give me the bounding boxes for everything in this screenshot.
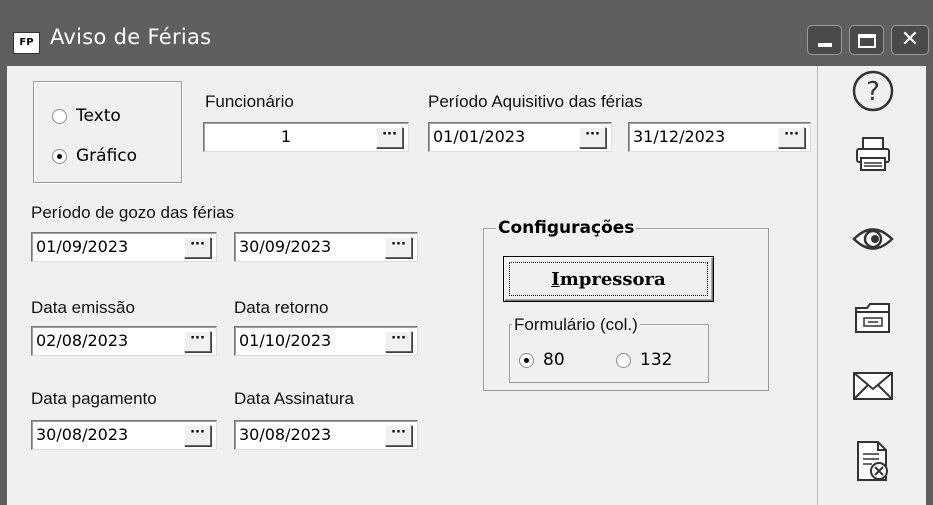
data-assinatura-field[interactable]: 30/08/2023 ··· bbox=[234, 420, 418, 450]
cancel-document-icon bbox=[856, 441, 888, 481]
data-retorno-button[interactable]: ··· bbox=[385, 331, 412, 352]
data-assinatura-button[interactable]: ··· bbox=[385, 425, 412, 446]
data-assinatura-label: Data Assinatura bbox=[234, 389, 355, 408]
data-assinatura-value: 30/08/2023 bbox=[239, 425, 332, 444]
email-button[interactable] bbox=[818, 356, 927, 416]
funcionario-label: Funcionário bbox=[205, 92, 294, 111]
window: FP Aviso de Férias ✕ Texto Gráfico Funci… bbox=[0, 0, 933, 505]
data-emissao-value: 02/08/2023 bbox=[36, 331, 129, 350]
minimize-button[interactable] bbox=[807, 25, 842, 55]
periodo-aquisitivo-end-button[interactable]: ··· bbox=[778, 127, 805, 148]
side-toolbar: ? bbox=[817, 66, 926, 505]
data-emissao-field[interactable]: 02/08/2023 ··· bbox=[31, 326, 217, 356]
output-type-group bbox=[33, 81, 182, 183]
radio-button-icon bbox=[616, 352, 631, 368]
data-retorno-value: 01/10/2023 bbox=[239, 331, 332, 350]
maximize-button[interactable] bbox=[849, 25, 884, 55]
data-emissao-label: Data emissão bbox=[31, 298, 135, 317]
periodo-aquisitivo-end-value: 31/12/2023 bbox=[633, 127, 726, 146]
data-emissao-button[interactable]: ··· bbox=[184, 331, 211, 352]
radio-label: Gráfico bbox=[76, 146, 138, 166]
periodo-aquisitivo-start-value: 01/01/2023 bbox=[433, 127, 526, 146]
preview-button[interactable] bbox=[818, 209, 927, 269]
close-button[interactable]: ✕ bbox=[891, 25, 929, 55]
radio-label: 132 bbox=[640, 350, 673, 370]
periodo-aquisitivo-start-button[interactable]: ··· bbox=[579, 127, 606, 148]
cancel-document-button[interactable] bbox=[818, 432, 927, 492]
periodo-aquisitivo-start-field[interactable]: 01/01/2023 ··· bbox=[428, 122, 612, 152]
radio-grafico[interactable]: Gráfico bbox=[52, 146, 137, 166]
periodo-aquisitivo-end-field[interactable]: 31/12/2023 ··· bbox=[628, 122, 811, 152]
title-bar[interactable]: FP Aviso de Férias ✕ bbox=[0, 0, 933, 66]
preview-icon bbox=[851, 228, 894, 250]
periodo-gozo-end-value: 30/09/2023 bbox=[239, 237, 332, 256]
impressora-button[interactable]: Impressora bbox=[503, 256, 714, 302]
data-pagamento-label: Data pagamento bbox=[31, 389, 157, 408]
folder-button[interactable] bbox=[818, 288, 927, 348]
radio-button-icon bbox=[52, 108, 67, 124]
periodo-aquisitivo-label: Período Aquisitivo das férias bbox=[428, 92, 643, 111]
app-icon: FP bbox=[13, 32, 40, 54]
funcionario-value: 1 bbox=[280, 127, 292, 146]
impressora-label-rest: mpressora bbox=[559, 269, 666, 290]
minimize-icon bbox=[818, 43, 832, 47]
data-retorno-label: Data retorno bbox=[234, 298, 329, 317]
funcionario-field[interactable]: 1 ··· bbox=[203, 122, 409, 152]
radio-132[interactable]: 132 bbox=[616, 350, 672, 370]
folder-icon bbox=[854, 303, 890, 333]
radio-button-icon bbox=[52, 148, 67, 164]
data-pagamento-value: 30/08/2023 bbox=[36, 425, 129, 444]
email-icon bbox=[852, 372, 893, 400]
formulario-title: Formulário (col.) bbox=[512, 315, 640, 335]
periodo-gozo-start-value: 01/09/2023 bbox=[36, 237, 129, 256]
periodo-gozo-end-button[interactable]: ··· bbox=[385, 237, 412, 258]
funcionario-lookup-button[interactable]: ··· bbox=[376, 127, 403, 148]
radio-texto[interactable]: Texto bbox=[52, 106, 121, 126]
printer-icon bbox=[855, 137, 890, 171]
svg-text:?: ? bbox=[866, 77, 880, 107]
periodo-gozo-label: Período de gozo das férias bbox=[31, 203, 235, 222]
impressora-button-label: Impressora bbox=[504, 269, 713, 290]
data-pagamento-button[interactable]: ··· bbox=[184, 425, 211, 446]
periodo-gozo-start-button[interactable]: ··· bbox=[184, 237, 211, 258]
help-button[interactable]: ? bbox=[818, 61, 927, 121]
radio-80[interactable]: 80 bbox=[519, 350, 565, 370]
print-button[interactable] bbox=[818, 124, 927, 184]
help-icon: ? bbox=[852, 70, 893, 112]
periodo-gozo-start-field[interactable]: 01/09/2023 ··· bbox=[31, 232, 217, 262]
periodo-gozo-end-field[interactable]: 30/09/2023 ··· bbox=[234, 232, 418, 262]
configuracoes-title: Configurações bbox=[496, 218, 637, 238]
close-icon: ✕ bbox=[900, 27, 920, 52]
data-pagamento-field[interactable]: 30/08/2023 ··· bbox=[31, 420, 217, 450]
window-title: Aviso de Férias bbox=[50, 25, 212, 49]
radio-label: 80 bbox=[543, 350, 565, 370]
radio-label: Texto bbox=[76, 106, 121, 126]
radio-button-icon bbox=[519, 352, 534, 368]
data-retorno-field[interactable]: 01/10/2023 ··· bbox=[234, 326, 418, 356]
maximize-icon bbox=[858, 34, 876, 48]
impressora-accelerator: I bbox=[551, 269, 560, 290]
